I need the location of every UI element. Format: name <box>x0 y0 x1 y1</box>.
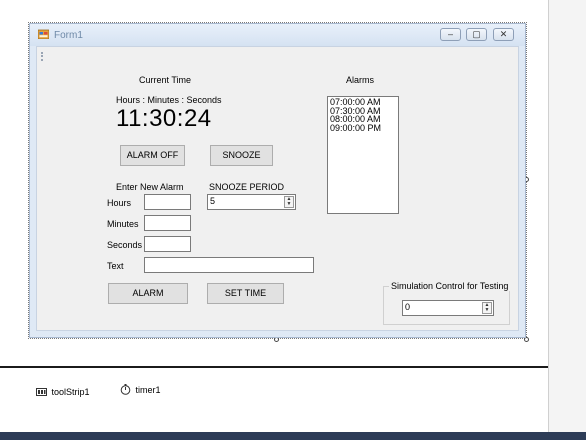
clock-display: 11:30:24 <box>116 105 212 132</box>
snooze-button[interactable]: SNOOZE <box>210 145 273 166</box>
minimize-icon: – <box>447 29 453 39</box>
form-title: Form1 <box>54 30 83 41</box>
simulation-stepper[interactable]: 0 ▲ ▼ <box>402 300 494 316</box>
toolstrip-icon <box>36 387 47 396</box>
minutes-label: Minutes <box>107 219 139 229</box>
form-app-icon <box>38 29 49 39</box>
spin-arrows-icon[interactable]: ▲ ▼ <box>284 196 294 208</box>
maximize-icon: ▢ <box>472 29 481 39</box>
seconds-input[interactable] <box>144 236 191 252</box>
minutes-input[interactable] <box>144 215 191 231</box>
form-title-bar[interactable]: Form1 – ▢ ✕ <box>30 24 525 46</box>
simulation-label: Simulation Control for Testing <box>389 281 511 291</box>
component-tray: toolStrip1 timer1 <box>0 368 548 432</box>
minimize-button[interactable]: – <box>440 28 461 41</box>
tray-item-toolstrip[interactable]: toolStrip1 <box>36 386 90 400</box>
text-label: Text <box>107 261 124 271</box>
spin-arrows-icon[interactable]: ▲ ▼ <box>482 302 492 314</box>
form-window[interactable]: Form1 – ▢ ✕ Current Time Hours : Minutes… <box>29 23 526 338</box>
alarm-button[interactable]: ALARM <box>108 283 188 304</box>
form-client-area: Current Time Hours : Minutes : Seconds 1… <box>36 46 519 331</box>
alarm-off-button[interactable]: ALARM OFF <box>120 145 185 166</box>
timer-icon <box>120 384 131 395</box>
alarms-label: Alarms <box>346 75 375 85</box>
close-button[interactable]: ✕ <box>493 28 514 41</box>
close-icon: ✕ <box>499 29 508 39</box>
new-alarm-label: Enter New Alarm <box>116 182 184 192</box>
alarm-text-input[interactable] <box>144 257 314 273</box>
designer-scroll-area <box>548 0 586 440</box>
tray-item-timer[interactable]: timer1 <box>120 384 161 398</box>
snooze-period-label: SNOOZE PERIOD <box>209 182 285 192</box>
toolstrip-grip-icon[interactable] <box>41 52 45 61</box>
list-item[interactable]: 09:00:00 PM <box>330 123 396 133</box>
hours-label: Hours <box>107 198 132 208</box>
maximize-button[interactable]: ▢ <box>466 28 487 41</box>
seconds-label: Seconds <box>107 240 143 250</box>
snooze-period-value: 5 <box>210 196 216 206</box>
tray-item-label: timer1 <box>135 384 161 395</box>
simulation-value: 0 <box>405 302 411 312</box>
time-format-label: Hours : Minutes : Seconds <box>116 95 222 105</box>
tray-item-label: toolStrip1 <box>51 386 90 397</box>
status-bar <box>0 432 586 440</box>
tool-strip[interactable] <box>38 48 517 64</box>
hours-input[interactable] <box>144 194 191 210</box>
alarms-listbox[interactable]: 07:00:00 AM 07:30:00 AM 08:00:00 AM 09:0… <box>327 96 399 214</box>
set-time-button[interactable]: SET TIME <box>207 283 284 304</box>
current-time-label: Current Time <box>139 75 192 85</box>
snooze-period-stepper[interactable]: 5 ▲ ▼ <box>207 194 296 210</box>
